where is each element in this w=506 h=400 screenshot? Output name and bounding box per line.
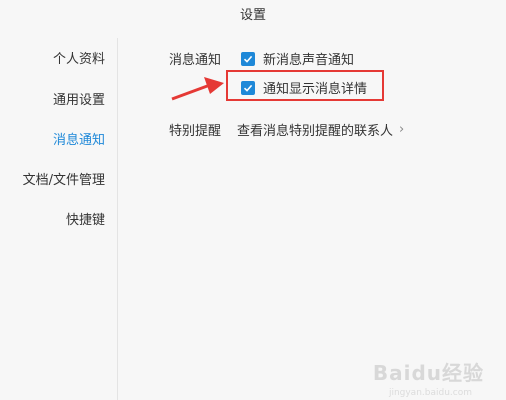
special-reminder-contacts-link[interactable]: 查看消息特别提醒的联系人 ›	[237, 120, 404, 139]
checkbox-checked-icon[interactable]	[241, 80, 255, 95]
sidebar-item-general[interactable]: 通用设置	[53, 89, 105, 108]
show-message-details-label: 通知显示消息详情	[263, 82, 368, 97]
settings-sidebar: 个人资料 通用设置 消息通知 文档/文件管理 快捷键	[0, 38, 118, 400]
sidebar-item-notifications[interactable]: 消息通知	[53, 129, 105, 148]
sidebar-item-shortcuts[interactable]: 快捷键	[66, 209, 105, 228]
special-reminder-link-label: 查看消息特别提醒的联系人	[237, 124, 394, 139]
checkbox-checked-icon[interactable]	[241, 51, 255, 66]
special-reminder-section-label: 特别提醒	[169, 124, 222, 139]
chevron-right-icon: ›	[399, 122, 405, 137]
sidebar-item-files[interactable]: 文档/文件管理	[23, 169, 105, 188]
show-message-details-option[interactable]: 通知显示消息详情	[241, 78, 367, 97]
sound-notification-label: 新消息声音通知	[263, 53, 355, 68]
notifications-section-label: 消息通知	[169, 53, 222, 68]
red-arrow-icon	[170, 74, 226, 106]
watermark-logo: Baidu经验	[372, 361, 484, 385]
sound-notification-option[interactable]: 新消息声音通知	[241, 49, 354, 68]
watermark-url: jingyan.baidu.com	[388, 388, 472, 398]
window-title: 设置	[239, 8, 266, 23]
sidebar-item-profile[interactable]: 个人资料	[53, 48, 105, 67]
